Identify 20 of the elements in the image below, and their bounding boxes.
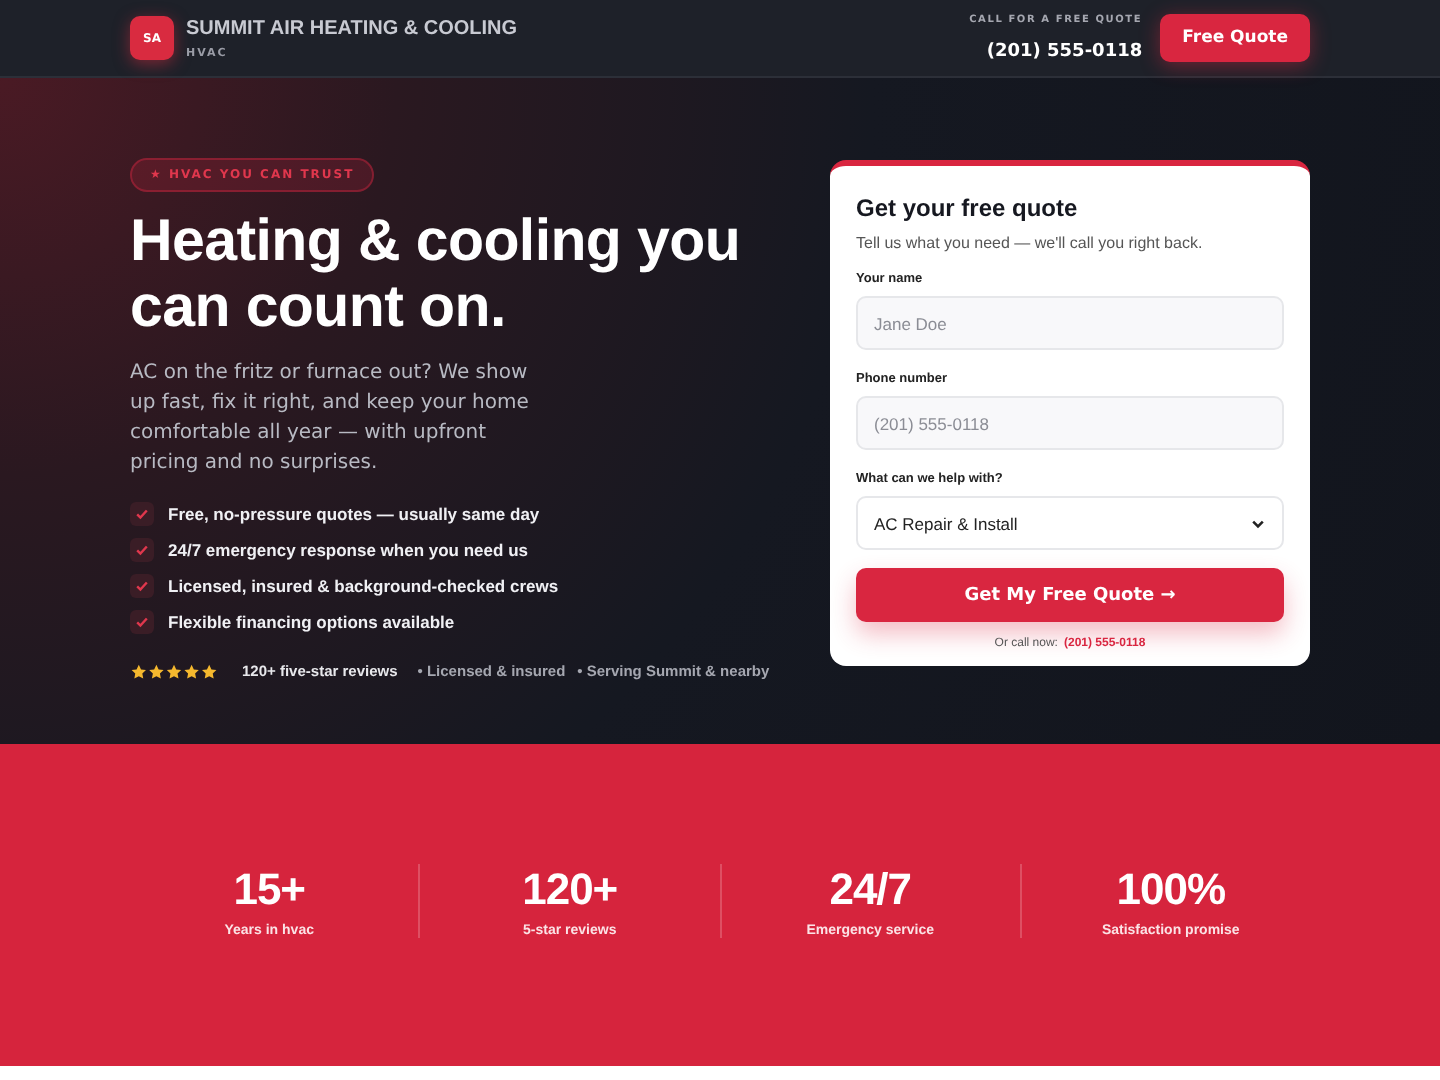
stat-value: 24/7 <box>827 864 914 916</box>
input-field[interactable]: (201) 555-0118 <box>856 396 1284 450</box>
brand-name: SUMMIT AIR HEATING & COOLING <box>186 17 518 39</box>
submit-button[interactable]: Get My Free Quote → <box>856 568 1284 622</box>
input-field[interactable]: Jane Doe <box>856 296 1284 350</box>
stat-value: 120+ <box>520 864 620 916</box>
chevron-down-icon <box>1250 515 1266 531</box>
service-select[interactable]: AC Repair & Install <box>856 496 1284 550</box>
form-title: Get your free quote <box>856 194 1080 222</box>
hero-intro: AC on the fritz or furnace out? We show up fast, fix it right, and keep your home comfortable all year — with upfront pricing and no surprises. <box>130 360 531 478</box>
phone-link[interactable]: (201) 555-0118 <box>986 41 1143 61</box>
form-subtitle: Tell us what you need — we'll call you right back. <box>856 234 1205 252</box>
feature-text: Licensed, insured & background-checked crews <box>168 576 559 596</box>
stat-value: 100% <box>1114 864 1228 916</box>
feature-text: 24/7 emergency response when you need us <box>168 540 528 560</box>
free-quote-button[interactable]: Free Quote <box>1160 14 1310 62</box>
feature-text: Flexible financing options available <box>168 612 455 632</box>
hero-title: Heating & cooling you can count on. <box>130 208 743 340</box>
stat-value: 15+ <box>231 864 308 916</box>
feature-text: Free, no-pressure quotes — usually same day <box>168 504 540 524</box>
